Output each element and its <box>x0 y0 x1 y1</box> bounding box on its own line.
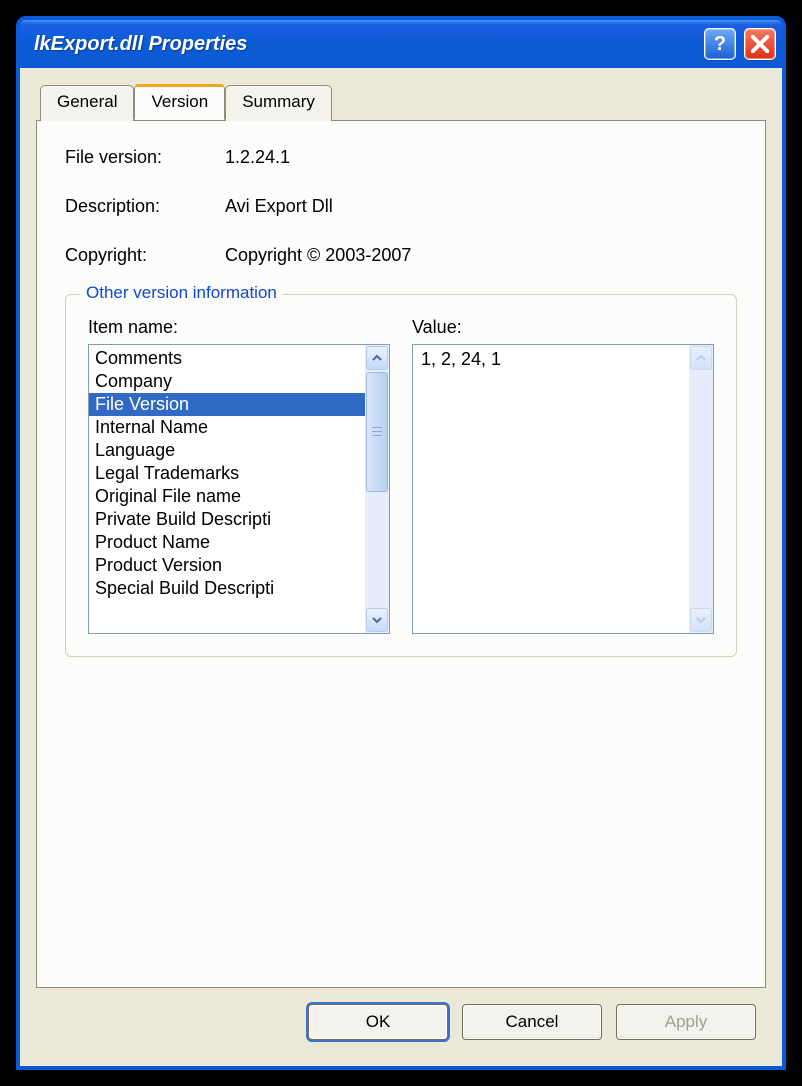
tab-version[interactable]: Version <box>134 84 225 120</box>
scroll-up-button[interactable] <box>366 346 388 370</box>
close-button[interactable] <box>744 28 776 60</box>
list-item[interactable]: Special Build Descripti <box>89 577 365 600</box>
value-label: Value: <box>412 317 714 338</box>
tab-panel-version: File version: 1.2.24.1 Description: Avi … <box>36 120 766 988</box>
list-item[interactable]: File Version <box>89 393 365 416</box>
field-copyright: Copyright: Copyright © 2003-2007 <box>65 245 737 266</box>
listbox-scrollbar[interactable] <box>365 345 389 633</box>
list-item[interactable]: Language <box>89 439 365 462</box>
description-value: Avi Export Dll <box>225 196 333 217</box>
list-item[interactable]: Legal Trademarks <box>89 462 365 485</box>
cancel-button[interactable]: Cancel <box>462 1004 602 1040</box>
scroll-down-button <box>690 608 712 632</box>
valuebox-scrollbar <box>689 345 713 633</box>
list-item[interactable]: Private Build Descripti <box>89 508 365 531</box>
close-icon <box>751 35 769 53</box>
list-item[interactable]: Product Name <box>89 531 365 554</box>
apply-button: Apply <box>616 1004 756 1040</box>
scroll-up-button <box>690 346 712 370</box>
other-version-info-group: Other version information Item name: Com… <box>65 294 737 657</box>
scroll-track <box>689 371 713 607</box>
help-button[interactable] <box>704 28 736 60</box>
file-version-label: File version: <box>65 147 205 168</box>
list-item[interactable]: Internal Name <box>89 416 365 439</box>
window-title: lkExport.dll Properties <box>34 33 696 56</box>
tab-general[interactable]: General <box>40 85 134 121</box>
field-file-version: File version: 1.2.24.1 <box>65 147 737 168</box>
titlebar: lkExport.dll Properties <box>20 20 782 68</box>
tab-strip: General Version Summary <box>36 84 766 120</box>
tab-summary[interactable]: Summary <box>225 85 332 121</box>
scroll-track[interactable] <box>365 493 389 607</box>
description-label: Description: <box>65 196 205 217</box>
scroll-down-button[interactable] <box>366 608 388 632</box>
client-area: General Version Summary File version: 1.… <box>20 68 782 1066</box>
ok-button[interactable]: OK <box>308 1004 448 1040</box>
chevron-up-icon <box>696 353 706 363</box>
list-item[interactable]: Product Version <box>89 554 365 577</box>
value-text: 1, 2, 24, 1 <box>413 345 689 633</box>
list-item[interactable]: Comments <box>89 347 365 370</box>
groupbox-legend: Other version information <box>80 283 283 303</box>
item-name-label: Item name: <box>88 317 390 338</box>
copyright-label: Copyright: <box>65 245 205 266</box>
dialog-footer: OK Cancel Apply <box>36 988 766 1050</box>
copyright-value: Copyright © 2003-2007 <box>225 245 411 266</box>
list-item[interactable]: Company <box>89 370 365 393</box>
value-textbox[interactable]: 1, 2, 24, 1 <box>412 344 714 634</box>
chevron-down-icon <box>696 615 706 625</box>
file-version-value: 1.2.24.1 <box>225 147 290 168</box>
field-description: Description: Avi Export Dll <box>65 196 737 217</box>
chevron-up-icon <box>372 353 382 363</box>
scroll-thumb[interactable] <box>366 372 388 492</box>
item-name-listbox[interactable]: CommentsCompanyFile VersionInternal Name… <box>88 344 390 634</box>
chevron-down-icon <box>372 615 382 625</box>
list-item[interactable]: Original File name <box>89 485 365 508</box>
properties-dialog: lkExport.dll Properties General Version … <box>16 16 786 1070</box>
